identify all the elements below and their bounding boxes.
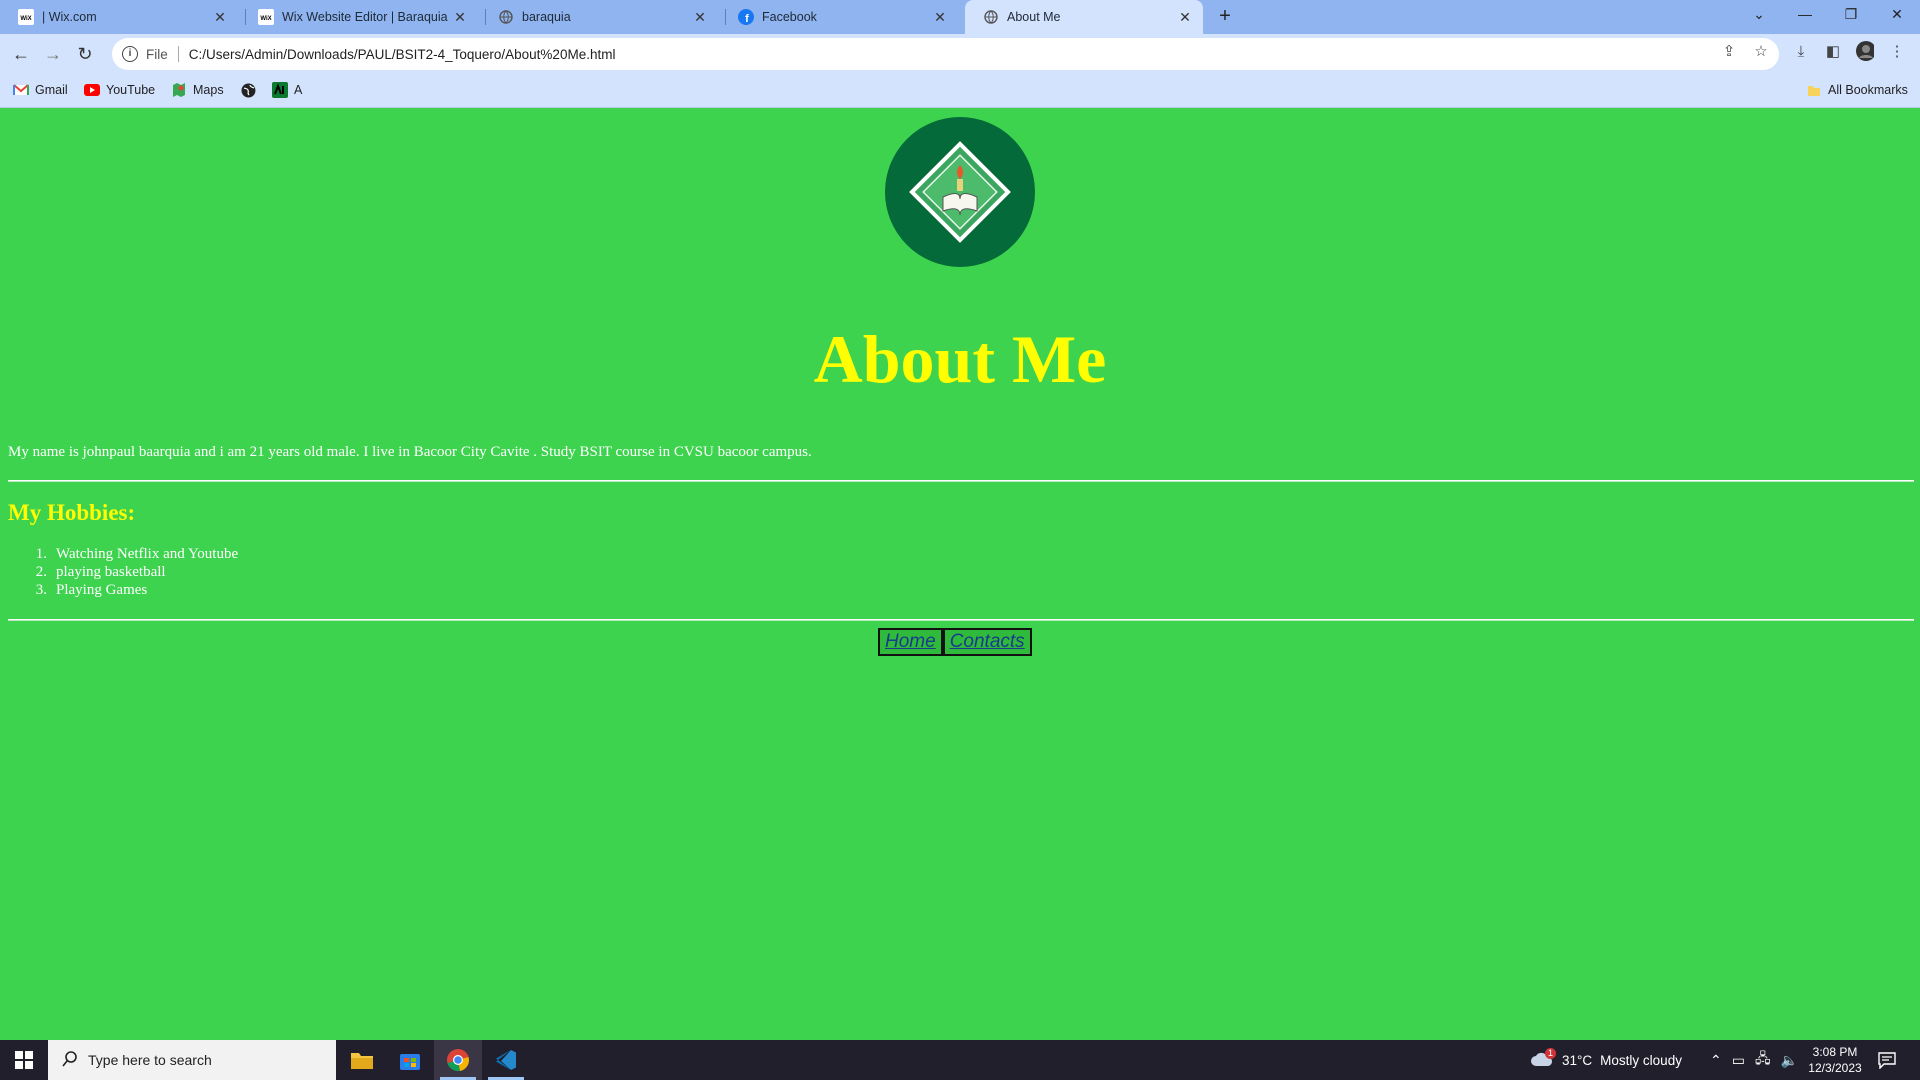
cloud-icon: 1 [1530,1047,1556,1071]
maps-icon [171,82,187,98]
bookmarks-bar: Gmail YouTube Maps A All Bookmarks [0,74,1920,108]
search-placeholder: Type here to search [88,1052,212,1068]
bookmark-globe[interactable] [240,82,262,98]
reload-icon[interactable]: ↻ [71,40,99,68]
list-item: 1. Watching Netflix and Youtube [35,546,239,562]
weather-widget[interactable]: 1 31°C Mostly cloudy [1530,1040,1682,1080]
bookmark-label: Maps [193,83,224,97]
close-tab-icon[interactable]: ✕ [452,9,468,26]
system-tray: ⌃ ▭ 🖧 🔈 [1710,1040,1798,1080]
site-info-icon[interactable]: i [122,46,138,62]
address-scheme: File [146,46,168,62]
search-icon [62,1050,78,1070]
tab-title: Facebook [762,10,817,24]
contacts-link[interactable]: Contacts [942,628,1032,656]
browser-toolbar: ← → ↻ i File C:/Users/Admin/Downloads/PA… [0,34,1920,74]
list-item: 2. playing basketball [35,564,166,580]
tab-wix-editor[interactable]: WiX Wix Website Editor | Baraquia ✕ [240,0,478,34]
divider [8,480,1914,482]
tab-search-icon[interactable]: ⌄ [1736,0,1782,30]
address-url[interactable]: C:/Users/Admin/Downloads/PAUL/BSIT2-4_To… [189,47,616,62]
store-icon[interactable] [386,1040,434,1080]
svg-text:f: f [745,13,749,25]
svg-text:WiX: WiX [20,16,31,22]
notifications-icon[interactable] [1878,1040,1896,1080]
bookmark-label: Gmail [35,83,68,97]
weather-condition: Mostly cloudy [1600,1052,1682,1068]
clock-date: 12/3/2023 [1808,1061,1862,1075]
share-icon[interactable]: ⇪ [1720,42,1738,60]
bookmark-label: YouTube [106,83,156,97]
tab-title: About Me [1007,10,1061,24]
footer-nav: Home Contacts [878,628,1032,656]
weather-temp: 31°C [1562,1052,1593,1068]
bookmark-star-icon[interactable]: ☆ [1752,42,1770,60]
youtube-icon [84,82,100,98]
bookmark-maps[interactable]: Maps [171,82,224,98]
globe-icon [983,9,999,25]
windows-start-icon[interactable] [0,1040,48,1080]
download-icon[interactable]: ⤓ [1792,42,1810,60]
tab-wix[interactable]: WiX | Wix.com ✕ [0,0,238,34]
globe-icon [240,82,256,98]
close-tab-icon[interactable]: ✕ [932,9,948,26]
weather-badge: 1 [1545,1047,1556,1059]
tab-facebook[interactable]: f Facebook ✕ [720,0,958,34]
profile-avatar[interactable] [1856,41,1874,61]
all-bookmarks-label: All Bookmarks [1828,83,1908,97]
home-link[interactable]: Home [878,628,943,656]
taskbar: Type here to search 1 31°C Mostly cloudy… [0,1040,1920,1080]
wix-icon: WiX [258,9,274,25]
tab-strip: WiX | Wix.com ✕ WiX Wix Website Editor |… [0,0,1920,34]
chevron-up-icon[interactable]: ⌃ [1710,1052,1722,1069]
svg-text:WiX: WiX [260,16,271,22]
close-tab-icon[interactable]: ✕ [1177,9,1193,26]
chrome-icon[interactable] [434,1040,482,1080]
intro-paragraph: My name is johnpaul baarquia and i am 21… [8,444,812,460]
tab-title: Wix Website Editor | Baraquia [282,10,448,24]
wix-icon: WiX [18,9,34,25]
volume-icon[interactable]: 🔈 [1781,1052,1798,1069]
tab-title: | Wix.com [42,10,97,24]
close-tab-icon[interactable]: ✕ [692,9,708,26]
close-tab-icon[interactable]: ✕ [212,9,228,26]
hobbies-list: 1. Watching Netflix and Youtube 2. playing… [8,546,238,600]
back-arrow-icon[interactable]: ← [7,40,35,68]
tab-about-me[interactable]: About Me ✕ [965,0,1203,34]
file-explorer-icon[interactable] [338,1040,386,1080]
bookmark-label: A [294,83,303,97]
clock-time: 3:08 PM [1812,1045,1858,1059]
forward-arrow-icon[interactable]: → [39,40,67,68]
close-window-button[interactable]: ✕ [1874,0,1920,30]
address-bar[interactable]: i File C:/Users/Admin/Downloads/PAUL/BSI… [112,38,1779,70]
school-logo [885,117,1035,267]
bookmark-youtube[interactable]: YouTube [84,82,155,98]
green-app-icon [272,82,288,98]
gmail-icon [13,82,29,98]
restore-button[interactable]: ❐ [1828,0,1874,30]
bookmark-a[interactable]: A [272,82,302,98]
clock[interactable]: 3:08 PM 12/3/2023 [1800,1040,1870,1080]
network-icon[interactable]: 🖧 [1755,1048,1771,1072]
tab-baraquia[interactable]: baraquia ✕ [480,0,718,34]
minimize-button[interactable]: — [1782,0,1828,30]
list-item: 3. Playing Games [35,582,148,598]
folder-icon [1806,82,1822,98]
side-panel-icon[interactable]: ◧ [1824,42,1842,60]
taskbar-search[interactable]: Type here to search [48,1040,336,1080]
page-content: About Me My name is johnpaul baarquia an… [0,108,1920,1040]
menu-dots-icon[interactable]: ⋮ [1888,42,1906,60]
tab-title: baraquia [522,10,571,24]
facebook-icon: f [738,9,754,25]
hobbies-heading: My Hobbies: [8,500,136,525]
vscode-icon[interactable] [482,1040,530,1080]
globe-icon [498,9,514,25]
new-tab-button[interactable]: + [1212,5,1238,29]
page-title: About Me [813,321,1107,397]
bookmark-gmail[interactable]: Gmail [13,82,68,98]
divider [8,619,1914,621]
address-divider [177,46,179,62]
meet-now-icon[interactable]: ▭ [1732,1052,1745,1069]
all-bookmarks[interactable]: All Bookmarks [1806,82,1908,98]
